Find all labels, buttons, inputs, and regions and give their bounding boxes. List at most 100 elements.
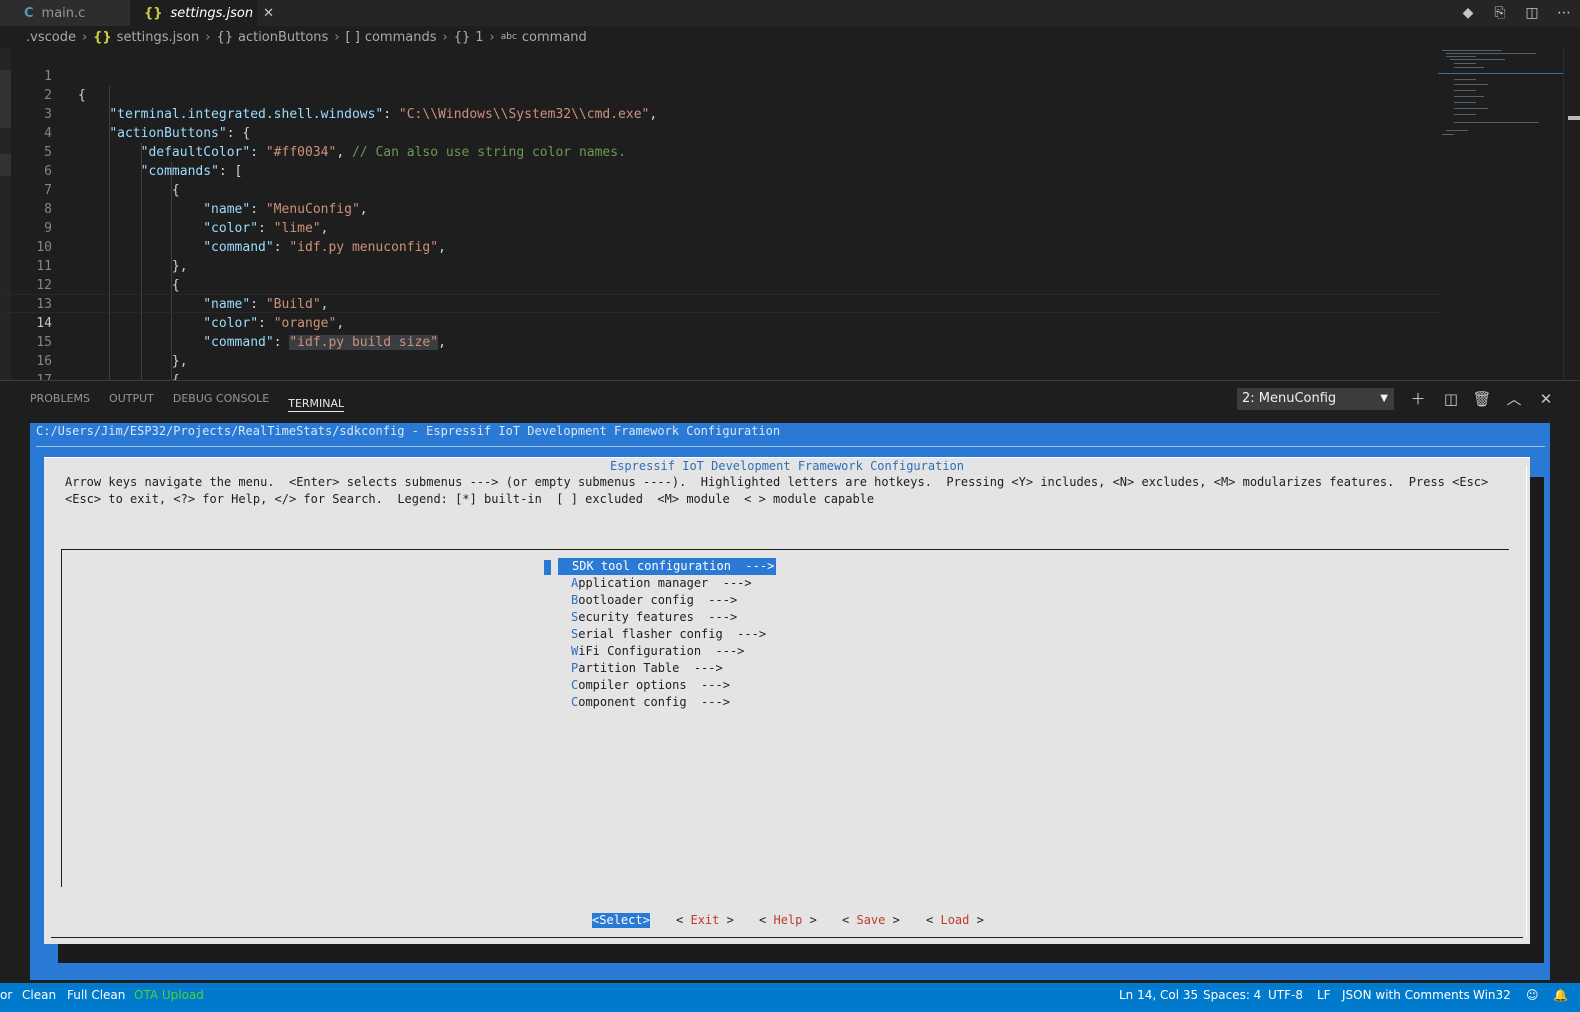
- button-label: xit: [697, 913, 720, 927]
- menu-item-bootloader-config[interactable]: Bootloader config --->: [571, 592, 737, 609]
- code-line: 3 "actionButtons": {: [0, 86, 1440, 141]
- full-clean-button[interactable]: Full Clean: [67, 985, 125, 1005]
- minimap-line: [1454, 63, 1476, 64]
- code-editor[interactable]: 1 { 2 "terminal.integrated.shell.windows…: [0, 48, 1580, 380]
- terminal-select[interactable]: 2: MenuConfig ▼: [1237, 388, 1394, 410]
- menuconfig-path-title: C:/Users/Jim/ESP32/Projects/RealTimeStat…: [36, 424, 781, 438]
- dialog-help-text: Arrow keys navigate the menu. <Enter> se…: [65, 475, 1489, 506]
- cursor-position[interactable]: Ln 14, Col 35: [1119, 985, 1198, 1005]
- encoding[interactable]: UTF-8: [1268, 985, 1303, 1005]
- menu-item-partition-table[interactable]: Partition Table --->: [571, 660, 723, 677]
- hotkey: H: [773, 913, 781, 927]
- minimap-line: [1454, 102, 1476, 103]
- save-button[interactable]: < Save >: [842, 913, 900, 928]
- tab-main-c[interactable]: C main.c: [0, 0, 130, 26]
- chevron-right-icon: ›: [442, 29, 448, 45]
- minimap-line: [1450, 59, 1505, 60]
- chevron-down-icon: ▼: [1380, 393, 1388, 404]
- git-compare-icon[interactable]: ◆: [1452, 5, 1484, 21]
- breadcrumb-item-actionbuttons[interactable]: actionButtons: [238, 30, 328, 45]
- bracket: <: [759, 913, 774, 927]
- button-label: ave: [863, 913, 886, 927]
- tab-output[interactable]: OUTPUT: [109, 381, 154, 417]
- trash-icon[interactable]: 🗑: [1471, 388, 1493, 410]
- divider: [36, 446, 1545, 447]
- split-icon[interactable]: ◫: [1440, 388, 1462, 410]
- tab-settings-json[interactable]: {} settings.json ✕: [130, 0, 274, 26]
- minimap-line: [1446, 53, 1536, 54]
- object-icon: {}: [453, 29, 471, 45]
- close-icon[interactable]: ✕: [1535, 388, 1557, 410]
- minimap-line: [1454, 90, 1476, 91]
- button-label: elp: [780, 913, 803, 927]
- exit-button[interactable]: < Exit >: [676, 913, 734, 928]
- breadcrumb-item-settings[interactable]: settings.json: [117, 30, 200, 45]
- code-line: 7 "name": "MenuConfig",: [0, 162, 1440, 217]
- help-button[interactable]: < Help >: [759, 913, 817, 928]
- menu-item-label: iFi Configuration --->: [578, 644, 745, 658]
- menu-item-label: omponent config --->: [578, 695, 730, 709]
- menu-item-compiler-options[interactable]: Compiler options --->: [571, 677, 730, 694]
- breadcrumb-item-index[interactable]: 1: [475, 30, 483, 45]
- plus-icon[interactable]: ＋: [1407, 388, 1429, 410]
- bracket: >: [969, 913, 984, 927]
- chevron-right-icon: ›: [489, 29, 495, 45]
- chevron-right-icon: ›: [205, 29, 211, 45]
- chevron-up-icon[interactable]: ︿: [1503, 388, 1525, 410]
- scrollbar-thumb[interactable]: [1568, 116, 1580, 120]
- menu-item-wifi-configuration[interactable]: WiFi Configuration --->: [571, 643, 744, 660]
- code-line: 2 "terminal.integrated.shell.windows": "…: [0, 67, 1440, 122]
- menu-item-label: pplication manager --->: [578, 576, 752, 590]
- language-mode[interactable]: JSON with Comments: [1342, 985, 1470, 1005]
- breadcrumb-item-command[interactable]: command: [522, 30, 587, 45]
- menu-item-serial-flasher-config[interactable]: Serial flasher config --->: [571, 626, 766, 643]
- minimap-line: [1454, 79, 1476, 80]
- json-file-icon: {}: [93, 29, 112, 45]
- split-editor-icon[interactable]: ◫: [1516, 5, 1548, 21]
- button-label: oad: [947, 913, 970, 927]
- breadcrumb-item-commands[interactable]: commands: [365, 30, 437, 45]
- code-line: 18 "color": "lime",: [0, 371, 1440, 380]
- status-item-cut[interactable]: or: [0, 985, 12, 1005]
- clean-button[interactable]: Clean: [22, 985, 56, 1005]
- bracket: >: [642, 913, 650, 927]
- menu-item-label: DK tool configuration --->: [579, 559, 775, 573]
- tab-debug-console[interactable]: DEBUG CONSOLE: [173, 381, 269, 417]
- bracket: <: [676, 913, 691, 927]
- bracket: >: [719, 913, 734, 927]
- minimap[interactable]: [1438, 48, 1563, 380]
- hotkey: S: [856, 913, 864, 927]
- tab-terminal[interactable]: TERMINAL: [288, 386, 345, 412]
- open-preview-icon[interactable]: ⎘: [1484, 5, 1516, 21]
- indentation[interactable]: Spaces: 4: [1203, 985, 1261, 1005]
- editor-scrollbar[interactable]: [1563, 48, 1580, 380]
- end-of-line[interactable]: LF: [1317, 985, 1331, 1005]
- menu-item-security-features[interactable]: Security features --->: [571, 609, 737, 626]
- feedback-icon[interactable]: ☺: [1526, 985, 1539, 1005]
- more-actions-icon[interactable]: ⋯: [1548, 5, 1580, 21]
- platform[interactable]: Win32: [1473, 985, 1511, 1005]
- code-line: 12 "name": "Build",: [0, 257, 1440, 312]
- divider: [1526, 466, 1527, 937]
- code-line: 11 {: [0, 238, 1440, 293]
- hotkey: L: [940, 913, 948, 927]
- select-button[interactable]: <Select>: [592, 913, 650, 928]
- hotkey: E: [690, 913, 698, 927]
- editor-actions: ◆ ⎘ ◫ ⋯: [1452, 0, 1580, 26]
- code-line: 9 "command": "idf.py menuconfig",: [0, 200, 1440, 255]
- string-icon: abc: [500, 32, 517, 42]
- close-icon[interactable]: ✕: [263, 6, 274, 21]
- breadcrumb-item-vscode[interactable]: .vscode: [26, 30, 76, 45]
- menu-item-sdk-tool-configuration[interactable]: SDK tool configuration --->: [558, 558, 777, 575]
- terminal-select-value: 2: MenuConfig: [1242, 391, 1337, 406]
- load-button[interactable]: < Load >: [926, 913, 984, 928]
- dialog-title: Espressif IoT Development Framework Conf…: [609, 459, 964, 473]
- array-icon: [ ]: [345, 29, 360, 45]
- bell-icon[interactable]: 🔔: [1553, 985, 1568, 1005]
- status-bar: or Clean Full Clean OTA Upload Ln 14, Co…: [0, 983, 1580, 1012]
- tab-problems[interactable]: PROBLEMS: [30, 381, 90, 417]
- menu-item-application-manager[interactable]: Application manager --->: [571, 575, 752, 592]
- code-line: 15 },: [0, 314, 1440, 369]
- menu-item-component-config[interactable]: Component config --->: [571, 694, 730, 711]
- ota-upload-button[interactable]: OTA Upload: [134, 985, 204, 1005]
